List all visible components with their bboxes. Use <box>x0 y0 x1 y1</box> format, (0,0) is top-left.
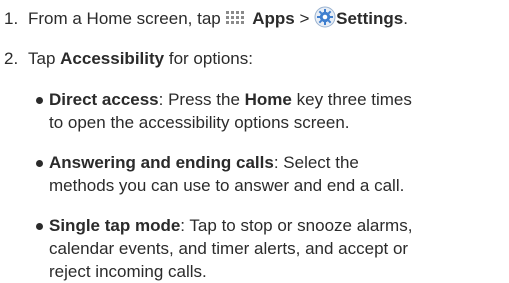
step-number: 1. <box>4 9 19 28</box>
bullet-single-tap-mode: Single tap mode: Tap to stop or snooze a… <box>36 214 504 283</box>
step-1: 1. From a Home screen, tap Apps > Settin… <box>4 6 408 34</box>
bullet-line: calendar events, and timer alerts, and a… <box>49 239 409 258</box>
step-text: Tap <box>28 49 56 68</box>
bullet-answering-ending-calls: Answering and ending calls: Select the m… <box>36 151 504 197</box>
step-text: From a Home screen, tap <box>28 9 221 28</box>
bullet-line: Direct access: Press the Home key three … <box>49 88 504 111</box>
bullet-dot <box>36 223 43 230</box>
settings-gear-icon <box>314 6 336 34</box>
bullet-title: Answering and ending calls <box>49 153 274 172</box>
step-number: 2. <box>4 49 19 68</box>
separator: > <box>299 9 310 28</box>
accessibility-label: Accessibility <box>60 49 165 68</box>
home-key-label: Home <box>244 90 292 109</box>
bullet-text: : Select the <box>273 153 359 172</box>
bullet-direct-access: Direct access: Press the Home key three … <box>36 88 504 134</box>
apps-grid-icon <box>225 10 247 34</box>
step-text-after: for options: <box>168 49 253 68</box>
bullet-line: methods you can use to answer and end a … <box>49 176 405 195</box>
bullet-dot <box>36 97 43 104</box>
end-punct: . <box>403 9 408 28</box>
bullet-dot <box>36 160 43 167</box>
bullet-title: Direct access <box>49 90 159 109</box>
bullet-text: key three times <box>296 90 412 109</box>
bullet-line: to open the accessibility options screen… <box>49 113 350 132</box>
bullet-line: reject incoming calls. <box>49 262 207 281</box>
bullet-text: : Press the <box>158 90 240 109</box>
step-2: 2. Tap Accessibility for options: <box>4 47 253 70</box>
bullet-title: Single tap mode <box>49 216 181 235</box>
settings-label: Settings <box>336 9 404 28</box>
bullet-line: Single tap mode: Tap to stop or snooze a… <box>49 214 504 237</box>
bullet-text: : Tap to stop or snooze alarms, <box>180 216 413 235</box>
bullet-line: Answering and ending calls: Select the <box>49 151 504 174</box>
apps-label: Apps <box>252 9 295 28</box>
